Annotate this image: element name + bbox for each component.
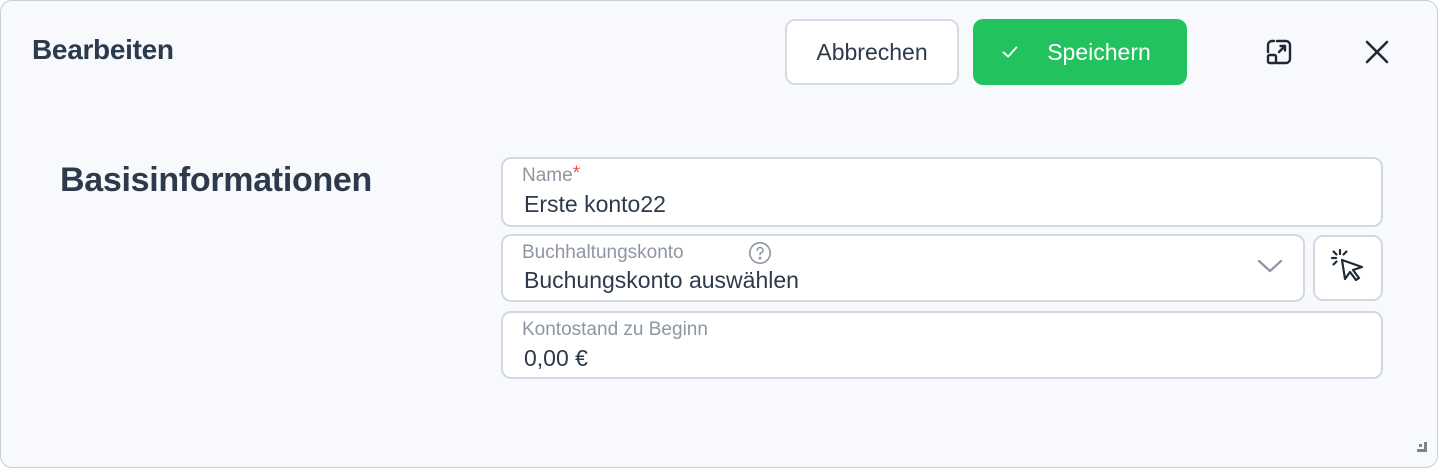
cursor-click-icon bbox=[1328, 246, 1368, 291]
accounting-account-value: Buchungskonto auswählen bbox=[524, 267, 799, 293]
opening-balance-label: Kontostand zu Beginn bbox=[522, 319, 708, 340]
required-marker: * bbox=[572, 163, 581, 184]
section-title: Basisinformationen bbox=[60, 161, 372, 199]
dialog-title: Bearbeiten bbox=[32, 34, 174, 65]
close-icon[interactable] bbox=[1359, 34, 1395, 70]
opening-balance-field[interactable]: Kontostand zu Beginn 0,00 € bbox=[501, 311, 1383, 379]
name-field[interactable]: Name* Erste konto22 bbox=[501, 157, 1383, 227]
edit-dialog: Bearbeiten Abbrechen Speichern Basisinfo… bbox=[0, 0, 1438, 468]
cancel-button[interactable]: Abbrechen bbox=[785, 19, 959, 85]
opening-balance-value[interactable]: 0,00 € bbox=[524, 345, 588, 372]
expand-icon[interactable] bbox=[1261, 34, 1297, 70]
resize-handle-icon[interactable] bbox=[1415, 439, 1427, 457]
accounting-account-select[interactable]: Buchhaltungskonto Buchungskonto auswähle… bbox=[501, 234, 1305, 302]
save-button[interactable]: Speichern bbox=[973, 19, 1187, 85]
account-picker-button[interactable] bbox=[1313, 235, 1383, 301]
accounting-account-label: Buchhaltungskonto bbox=[522, 242, 684, 263]
question-circle-icon[interactable] bbox=[748, 241, 772, 265]
name-field-value[interactable]: Erste konto22 bbox=[524, 191, 666, 218]
name-field-label: Name* bbox=[522, 163, 581, 186]
chevron-down-icon[interactable] bbox=[1257, 258, 1283, 279]
save-button-label: Speichern bbox=[1047, 38, 1151, 65]
check-icon bbox=[999, 41, 1021, 63]
